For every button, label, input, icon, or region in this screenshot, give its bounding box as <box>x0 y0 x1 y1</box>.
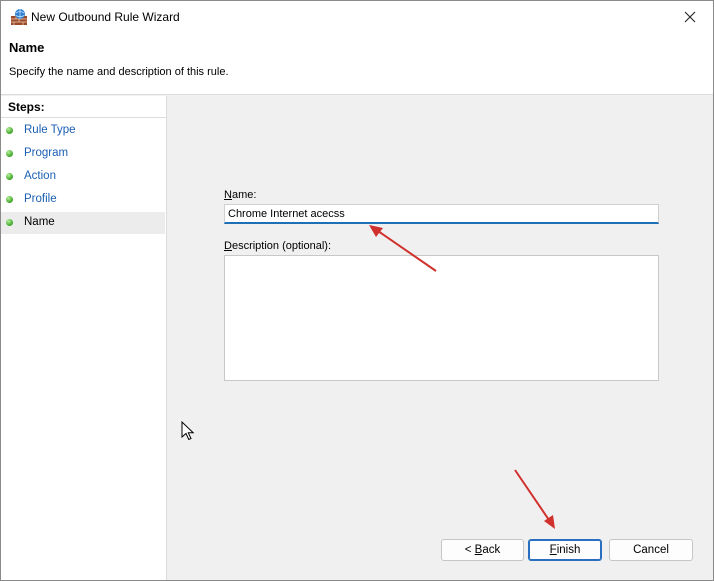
step-label: Name <box>24 216 55 228</box>
description-field-label: Description (optional): <box>224 240 331 252</box>
step-program[interactable]: Program <box>1 143 165 165</box>
finish-rest: inish <box>556 544 581 556</box>
name-accel: N <box>224 189 232 201</box>
back-accel: B <box>474 544 483 556</box>
step-name[interactable]: Name <box>1 212 165 234</box>
green-dot-icon <box>6 127 13 134</box>
close-icon <box>684 11 696 23</box>
wizard-window: New Outbound Rule Wizard Name Specify th… <box>0 0 714 581</box>
back-rest: ack <box>482 544 501 556</box>
name-input[interactable] <box>224 204 659 224</box>
name-label-rest: ame: <box>231 189 257 201</box>
step-label: Program <box>24 147 69 159</box>
step-profile[interactable]: Profile <box>1 189 165 211</box>
back-button[interactable]: < Back <box>441 539 524 561</box>
desc-label-rest: escription (optional): <box>231 240 332 252</box>
page-description: Specify the name and description of this… <box>9 66 229 78</box>
page-title: Name <box>9 40 45 55</box>
step-rule-type[interactable]: Rule Type <box>1 120 165 142</box>
step-label: Rule Type <box>24 124 76 136</box>
desc-accel: D <box>224 240 232 252</box>
name-field-label: Name: <box>224 189 256 201</box>
step-label: Action <box>24 170 56 182</box>
description-input[interactable] <box>224 255 659 381</box>
close-button[interactable] <box>667 1 713 33</box>
title-bar: New Outbound Rule Wizard <box>1 1 713 33</box>
green-dot-icon <box>6 219 13 226</box>
firewall-icon <box>11 9 27 25</box>
finish-accel: F <box>549 544 557 556</box>
green-dot-icon <box>6 150 13 157</box>
steps-panel: Steps: Rule Type Program Action Profile … <box>1 96 167 580</box>
window-title: New Outbound Rule Wizard <box>31 10 180 24</box>
step-action[interactable]: Action <box>1 166 165 188</box>
cancel-button[interactable]: Cancel <box>609 539 693 561</box>
step-label: Profile <box>24 193 57 205</box>
green-dot-icon <box>6 173 13 180</box>
mouse-pointer-icon <box>181 421 195 441</box>
content-area: Name: Description (optional): < Back Fin… <box>168 96 713 580</box>
finish-button[interactable]: Finish <box>528 539 602 561</box>
page-header: Name Specify the name and description of… <box>1 33 713 95</box>
steps-heading: Steps: <box>1 96 166 118</box>
green-dot-icon <box>6 196 13 203</box>
back-prefix: < <box>464 544 475 556</box>
